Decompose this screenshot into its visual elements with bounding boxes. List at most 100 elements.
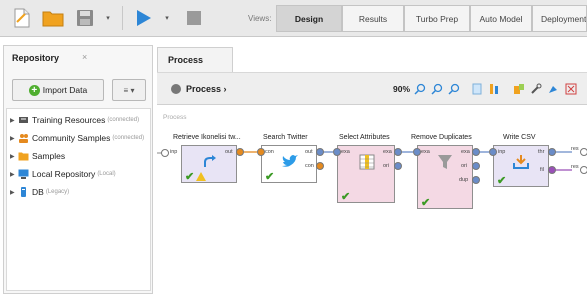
connection-status: (connected)	[112, 135, 145, 141]
tree-item-label: Training Resources	[32, 115, 106, 125]
view-tab-results[interactable]: Results	[342, 5, 404, 32]
local-repository-icon	[18, 169, 29, 179]
check-icon: ✔	[265, 171, 275, 183]
run-dropdown-button[interactable]: ▾	[160, 4, 174, 32]
save-dropdown-button[interactable]: ▾	[101, 4, 115, 32]
output-port[interactable]	[394, 162, 402, 170]
expand-arrow-icon[interactable]: ▶	[10, 135, 18, 142]
folder-open-icon	[42, 11, 64, 27]
process-header: Process › 90%	[157, 72, 587, 105]
repository-tab[interactable]: Repository	[4, 46, 59, 70]
tag-icon	[513, 83, 524, 94]
wrench-button[interactable]	[529, 82, 542, 95]
tree-item-samples[interactable]: ▶ Samples	[10, 149, 65, 163]
check-icon: ✔	[421, 197, 431, 209]
input-port[interactable]	[489, 148, 497, 156]
import-data-label: Import Data	[42, 85, 88, 95]
save-icon	[77, 10, 93, 26]
run-button[interactable]	[129, 4, 159, 32]
repository-menu-button[interactable]: ≡ ▾	[112, 79, 146, 101]
process-tab[interactable]: Process	[157, 47, 233, 72]
auto-position-button[interactable]	[487, 82, 500, 95]
port-label: fil	[540, 167, 544, 173]
folder-icon	[18, 152, 29, 161]
port-label: out	[305, 149, 313, 155]
chevron-down-icon: ▾	[165, 15, 169, 22]
wrench-icon	[530, 83, 541, 94]
result-port[interactable]	[580, 148, 587, 156]
check-icon: ✔	[497, 175, 507, 187]
fit-zoom-button[interactable]	[447, 82, 460, 95]
breadcrumb[interactable]: Process ›	[186, 84, 227, 94]
tree-item-label: Samples	[32, 151, 66, 161]
show-ports-button[interactable]	[512, 82, 525, 95]
expand-arrow-icon[interactable]: ▶	[10, 189, 18, 196]
stop-button[interactable]	[180, 4, 208, 32]
process-canvas[interactable]: Process Retrieve Ikonelisi tw... ✔ inp o…	[157, 106, 587, 297]
zoom-out-button[interactable]	[430, 82, 443, 95]
view-tab-turbo-prep[interactable]: Turbo Prep	[404, 5, 470, 32]
cross-box-icon	[565, 83, 576, 94]
output-port[interactable]	[472, 176, 480, 184]
retrieve-icon	[204, 155, 216, 167]
output-port[interactable]	[472, 162, 480, 170]
port-label: exa	[341, 149, 350, 155]
select-attributes-icon	[359, 154, 375, 170]
add-note-button[interactable]	[470, 82, 483, 95]
warning-icon	[196, 172, 206, 181]
view-tab-auto-model[interactable]: Auto Model	[470, 5, 532, 32]
port-label: ori	[383, 163, 390, 169]
expand-arrow-icon[interactable]: ▶	[10, 171, 18, 178]
port-label: exa	[461, 149, 470, 155]
output-port[interactable]	[472, 148, 480, 156]
port-label: con	[265, 149, 274, 155]
view-tab-design[interactable]: Design	[276, 5, 342, 32]
operator-title: Select Attributes	[339, 134, 390, 141]
import-data-button[interactable]: + Import Data	[12, 79, 104, 101]
zoom-fit-icon	[447, 83, 459, 95]
expand-arrow-icon[interactable]: ▶	[10, 153, 18, 160]
output-port[interactable]	[548, 148, 556, 156]
result-port[interactable]	[580, 166, 587, 174]
port-label: exa	[383, 149, 392, 155]
port-label: exa	[421, 149, 430, 155]
tree-item-db[interactable]: ▶ DB (Legacy)	[10, 185, 69, 199]
expand-arrow-icon[interactable]: ▶	[10, 117, 18, 124]
tree-item-community-samples[interactable]: ▶ Community Samples (connected)	[10, 131, 144, 145]
connection-status: (connected)	[107, 117, 140, 123]
repository-type: (Legacy)	[45, 189, 70, 195]
chevron-down-icon: ▾	[106, 15, 110, 22]
input-port[interactable]	[161, 149, 169, 157]
output-port[interactable]	[316, 162, 324, 170]
view-tab-deployment[interactable]: Deployment	[532, 5, 587, 32]
input-port[interactable]	[333, 148, 341, 156]
paint-icon	[548, 85, 557, 93]
tree-item-training-resources[interactable]: ▶ Training Resources (connected)	[10, 113, 139, 127]
toolbar-divider	[122, 6, 123, 30]
play-icon	[137, 10, 151, 26]
close-view-button[interactable]	[564, 82, 577, 95]
note-icon	[472, 83, 481, 94]
operator-title: Write CSV	[503, 134, 536, 141]
port-label: out	[225, 149, 233, 155]
open-process-button[interactable]	[39, 4, 67, 32]
save-button[interactable]	[71, 4, 99, 32]
paint-button[interactable]	[546, 82, 559, 95]
output-port[interactable]	[394, 148, 402, 156]
output-port[interactable]	[236, 148, 244, 156]
repository-tree: ▶ Training Resources (connected) ▶ Commu…	[6, 108, 151, 291]
output-port[interactable]	[548, 166, 556, 174]
stop-icon	[187, 11, 201, 25]
port-label: inp	[498, 149, 506, 155]
port-label: thr	[538, 149, 545, 155]
input-port[interactable]	[257, 148, 265, 156]
result-port-label: res	[571, 146, 579, 152]
zoom-in-button[interactable]	[413, 82, 426, 95]
output-port[interactable]	[316, 148, 324, 156]
close-icon[interactable]: ×	[82, 52, 87, 62]
zoom-level: 90%	[393, 84, 411, 94]
repository-type: (Local)	[97, 171, 116, 177]
tree-item-local-repository[interactable]: ▶ Local Repository (Local)	[10, 167, 116, 181]
new-process-button[interactable]	[8, 4, 36, 32]
input-port[interactable]	[413, 148, 421, 156]
